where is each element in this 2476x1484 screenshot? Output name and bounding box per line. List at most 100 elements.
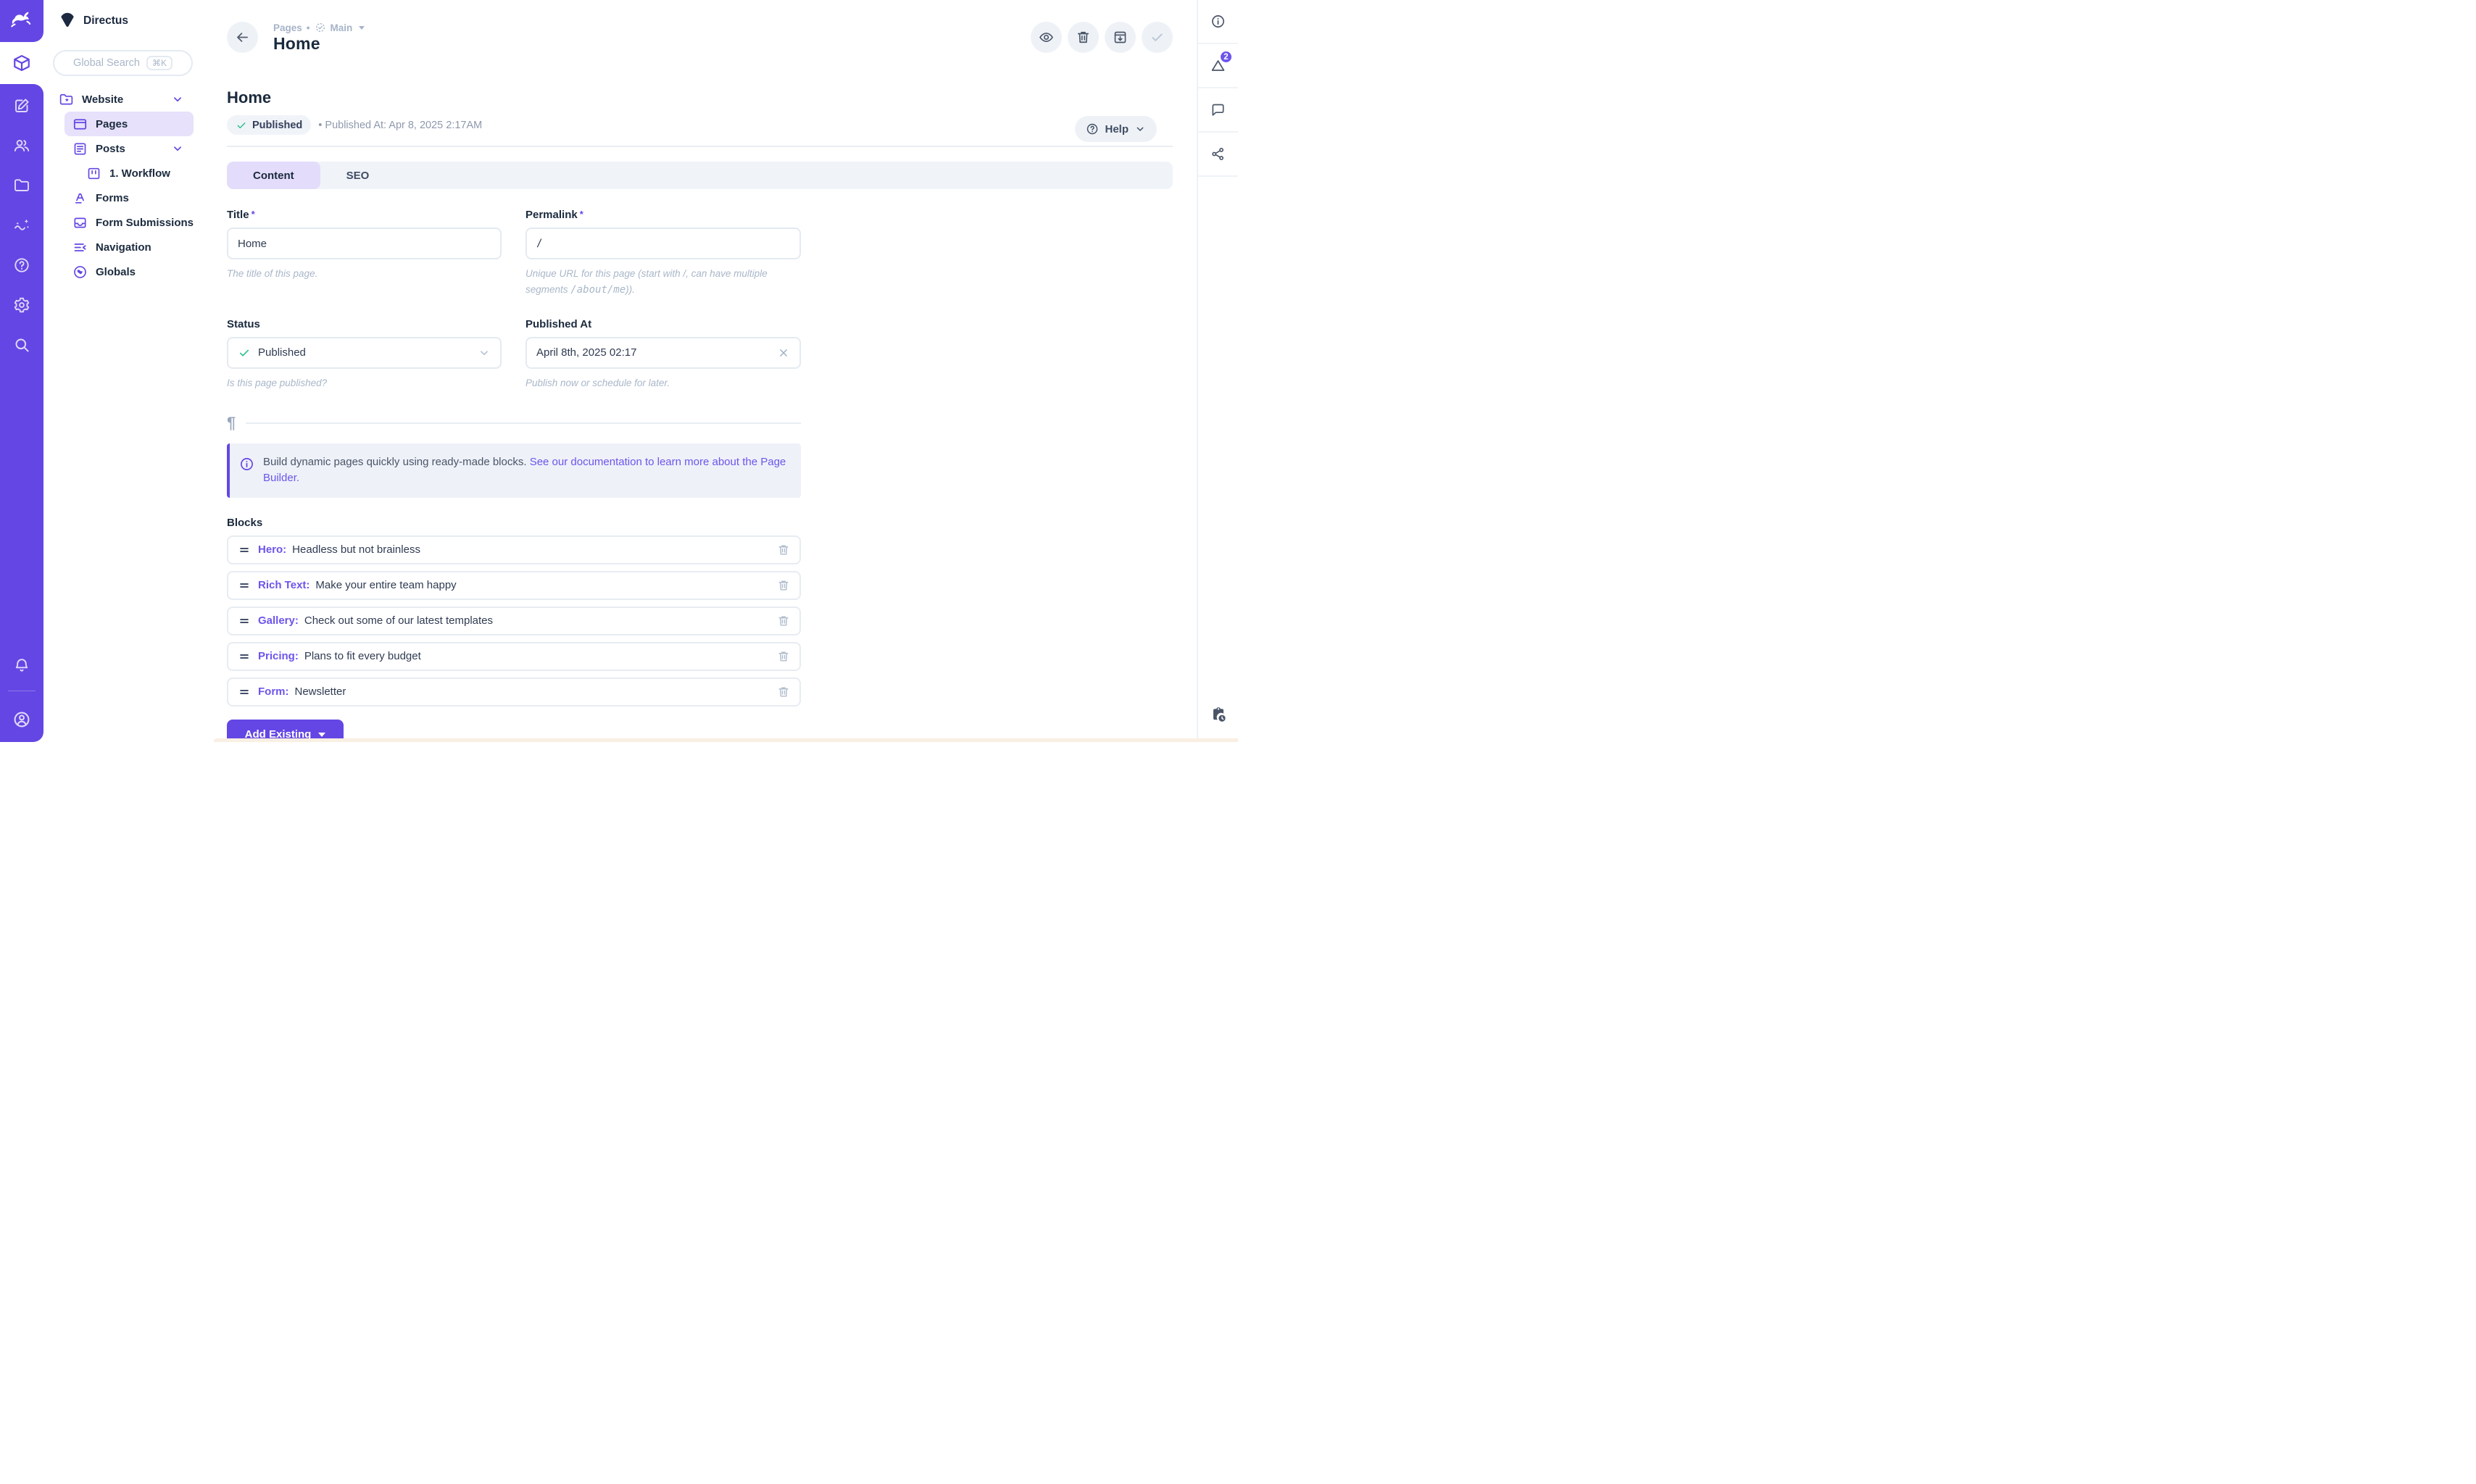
title-label: Title* xyxy=(227,209,502,221)
header-meta: Pages • Main Home xyxy=(273,22,365,54)
edit-icon xyxy=(13,97,30,114)
sparkles-wave-icon xyxy=(13,217,30,234)
version-label[interactable]: Main xyxy=(331,22,353,33)
trash-icon[interactable] xyxy=(777,685,790,699)
module-bar xyxy=(0,0,43,742)
module-search[interactable] xyxy=(0,325,43,364)
module-insights[interactable] xyxy=(0,205,43,245)
sidebar-item-workflow[interactable]: 1. Workflow xyxy=(43,161,202,186)
block-row-gallery[interactable]: Gallery: Check out some of our latest te… xyxy=(227,606,801,635)
status-select-value: Published xyxy=(258,346,306,359)
drag-handle-icon[interactable] xyxy=(238,579,251,592)
sidebar-item-pages[interactable]: Pages xyxy=(65,112,194,136)
published-at-note: Publish now or schedule for later. xyxy=(525,375,801,391)
trash-icon[interactable] xyxy=(777,579,790,592)
breadcrumb[interactable]: Pages • Main xyxy=(273,22,365,33)
block-text: Check out some of our latest templates xyxy=(304,614,493,627)
drag-handle-icon[interactable] xyxy=(238,543,251,556)
module-content[interactable] xyxy=(0,42,43,84)
module-files[interactable] xyxy=(0,165,43,205)
document-title: Home xyxy=(227,88,1173,107)
drag-handle-icon[interactable] xyxy=(238,614,251,628)
global-search-input[interactable]: Global Search ⌘K xyxy=(53,50,193,76)
delete-button[interactable] xyxy=(1068,22,1099,53)
list-indent-icon xyxy=(72,240,88,255)
flows-badge: 2 xyxy=(1219,50,1233,64)
save-button[interactable] xyxy=(1142,22,1173,53)
trash-icon[interactable] xyxy=(777,650,790,663)
search-icon xyxy=(13,336,30,354)
back-button[interactable] xyxy=(227,22,258,53)
breadcrumb-collection[interactable]: Pages xyxy=(273,22,302,33)
comment-icon xyxy=(1210,102,1226,117)
account-button[interactable] xyxy=(0,697,43,742)
published-at-input[interactable]: April 8th, 2025 02:17 xyxy=(525,337,801,369)
sidebar-item-forms[interactable]: Forms xyxy=(43,186,202,210)
comments-sidebar-button[interactable] xyxy=(1198,88,1238,133)
sidebar-item-label: Forms xyxy=(96,192,129,204)
chevron-down-icon[interactable] xyxy=(171,142,184,155)
block-text: Headless but not brainless xyxy=(292,543,420,556)
sidebar-item-posts[interactable]: Posts xyxy=(43,136,202,161)
sidebar-item-label: Form Submissions xyxy=(96,217,194,229)
tab-seo[interactable]: SEO xyxy=(320,162,396,189)
drag-handle-icon[interactable] xyxy=(238,685,251,699)
block-row-form[interactable]: Form: Newsletter xyxy=(227,678,801,706)
trash-icon[interactable] xyxy=(777,543,790,556)
sidebar-item-form-submissions[interactable]: Form Submissions xyxy=(43,210,202,235)
close-icon[interactable] xyxy=(777,346,790,359)
archive-button[interactable] xyxy=(1105,22,1136,53)
chevron-down-icon[interactable] xyxy=(171,93,184,106)
chevron-down-icon xyxy=(1134,123,1146,135)
status-note: Is this page published? xyxy=(227,375,502,391)
tab-bar: Content SEO xyxy=(227,162,1173,189)
tab-content[interactable]: Content xyxy=(227,162,320,189)
info-icon xyxy=(1210,14,1226,29)
permalink-input[interactable] xyxy=(525,228,801,259)
help-button[interactable]: Help xyxy=(1075,116,1157,142)
module-docs[interactable] xyxy=(0,245,43,285)
block-row-rich-text[interactable]: Rich Text: Make your entire team happy xyxy=(227,571,801,600)
block-text: Plans to fit every budget xyxy=(304,650,421,662)
block-row-hero[interactable]: Hero: Headless but not brainless xyxy=(227,535,801,564)
gear-icon xyxy=(13,296,30,314)
title-input[interactable] xyxy=(227,228,502,259)
drag-handle-icon[interactable] xyxy=(238,650,251,663)
help-circle-icon xyxy=(13,257,30,274)
caret-down-icon[interactable] xyxy=(359,26,365,30)
sidebar-item-navigation[interactable]: Navigation xyxy=(43,235,202,259)
block-row-pricing[interactable]: Pricing: Plans to fit every budget xyxy=(227,642,801,671)
field-title: Title* The title of this page. xyxy=(227,209,502,298)
sidebar-item-label: 1. Workflow xyxy=(109,167,170,180)
module-editor[interactable] xyxy=(0,86,43,125)
sidebar-item-globals[interactable]: Globals xyxy=(43,259,202,284)
block-type: Rich Text: xyxy=(258,579,310,591)
field-status: Status Published Is this page published? xyxy=(227,318,502,391)
info-sidebar-button[interactable] xyxy=(1198,0,1238,44)
trash-icon[interactable] xyxy=(777,614,790,628)
block-type: Hero: xyxy=(258,543,286,556)
search-placeholder: Global Search xyxy=(73,57,140,69)
check-icon xyxy=(236,120,247,131)
block-text: Newsletter xyxy=(295,685,346,698)
directus-logo[interactable] xyxy=(0,0,43,42)
status-row: Published • Published At: Apr 8, 2025 2:… xyxy=(227,115,1173,135)
module-settings[interactable] xyxy=(0,285,43,325)
notifications-button[interactable] xyxy=(0,645,43,685)
share-sidebar-button[interactable] xyxy=(1198,133,1238,177)
browser-window-icon xyxy=(72,117,88,132)
project-header[interactable]: Directus xyxy=(43,0,202,42)
sidebar-item-website[interactable]: Website xyxy=(43,87,202,112)
preview-button[interactable] xyxy=(1031,22,1062,53)
section-divider: ¶ xyxy=(227,415,801,431)
divider-line xyxy=(246,422,801,424)
check-icon xyxy=(238,346,251,359)
block-type: Gallery: xyxy=(258,614,299,627)
revisions-sidebar-button[interactable] xyxy=(1198,687,1238,742)
flows-sidebar-button[interactable]: 2 xyxy=(1198,44,1238,88)
question-circle-icon xyxy=(1086,122,1099,136)
nav-drawer: Directus Global Search ⌘K Website Pages … xyxy=(43,0,202,742)
module-users[interactable] xyxy=(0,125,43,165)
status-select[interactable]: Published xyxy=(227,337,502,369)
block-text: Make your entire team happy xyxy=(315,579,456,591)
